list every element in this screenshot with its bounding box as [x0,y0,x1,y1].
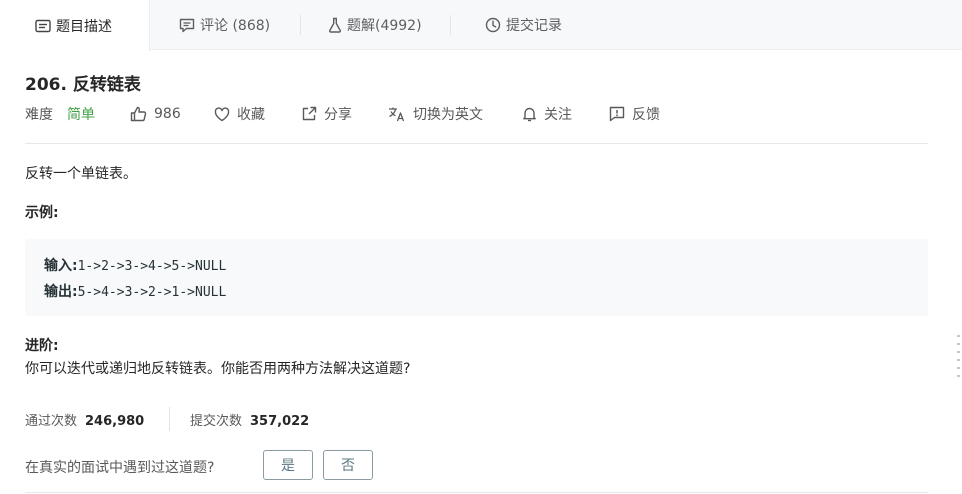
tab-description-label: 题目描述 [56,18,112,35]
no-button[interactable]: 否 [323,450,373,480]
clock-icon [485,17,501,33]
example-code-block: 输入:1->2->3->4->5->NULL 输出:5->4->3->2->1-… [25,239,928,316]
tab-comments[interactable]: 评论 (868) [179,0,270,50]
output-label: 输出: [44,284,78,300]
resize-handle[interactable] [957,335,961,387]
example-output: 输出:5->4->3->2->1->NULL [44,281,226,301]
flask-icon [328,17,342,33]
tab-submissions-label: 提交记录 [506,18,562,34]
comment-icon [179,18,195,32]
problem-title: 206. 反转链表 [25,75,141,95]
tab-divider [300,15,301,35]
tab-submissions[interactable]: 提交记录 [485,0,562,50]
share-label: 分享 [324,107,352,123]
example-heading: 示例: [25,205,59,221]
translate-label: 切换为英文 [413,107,483,123]
accepted-value: 246,980 [85,414,145,429]
tab-solutions[interactable]: 题解(4992) [328,0,422,50]
bell-icon [523,107,536,122]
thumbs-up-icon [130,106,147,122]
accepted-label: 通过次数 [25,414,78,429]
divider [25,143,928,144]
share-button[interactable]: 分享 [301,104,352,124]
bottom-divider [25,492,928,493]
like-count: 986 [154,106,181,122]
advanced-heading: 进阶: [25,338,59,354]
difficulty: 难度 简单 [25,104,95,124]
favorite-label: 收藏 [237,107,265,123]
tab-description[interactable]: 题目描述 [0,0,150,51]
tab-solutions-label: 题解(4992) [347,18,422,34]
translate-button[interactable]: 切换为英文 [388,104,483,124]
feedback-icon [609,106,625,122]
interview-question: 在真实的面试中遇到过这道题? [25,460,215,476]
input-label: 输入: [44,258,78,274]
favorite-button[interactable]: 收藏 [214,104,265,124]
example-input: 输入:1->2->3->4->5->NULL [44,255,226,275]
heart-icon [214,106,230,121]
like-button[interactable]: 986 [130,104,181,124]
submissions-value: 357,022 [250,414,310,429]
input-value: 1->2->3->4->5->NULL [77,259,227,274]
accepted-stat: 通过次数 246,980 [25,410,144,429]
output-value: 5->4->3->2->1->NULL [77,285,227,300]
advanced-text: 你可以迭代或递归地反转链表。你能否用两种方法解决这道题? [25,361,411,377]
follow-label: 关注 [544,107,572,123]
description-icon [35,19,51,32]
tab-bar: 题目描述 评论 (868) 题解(4992) 提交记录 [0,0,962,51]
tab-comments-label: 评论 (868) [200,18,271,34]
share-icon [302,106,317,121]
tab-divider [450,15,451,35]
feedback-label: 反馈 [632,107,660,123]
yes-button[interactable]: 是 [263,450,313,480]
difficulty-label: 难度 [25,107,53,123]
difficulty-value: 简单 [67,107,95,123]
translate-icon [389,107,405,122]
stat-divider [169,407,170,431]
feedback-button[interactable]: 反馈 [609,104,660,124]
follow-button[interactable]: 关注 [522,104,572,124]
problem-description: 反转一个单链表。 [25,166,137,182]
submissions-stat: 提交次数 357,022 [190,410,309,429]
submissions-label: 提交次数 [190,414,243,429]
